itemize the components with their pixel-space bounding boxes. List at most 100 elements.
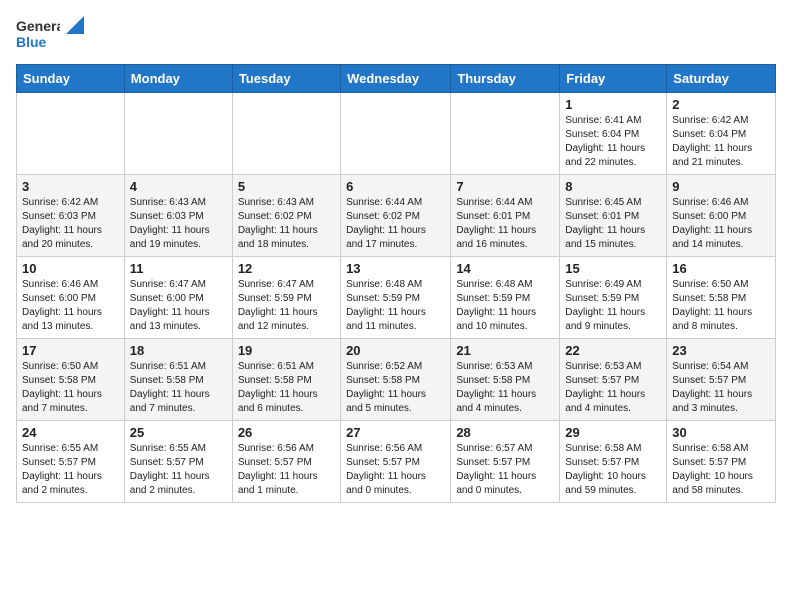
day-info: Sunrise: 6:47 AMSunset: 6:00 PMDaylight:… [130, 278, 227, 334]
day-info: Sunrise: 6:42 AMSunset: 6:03 PMDaylight:… [22, 196, 119, 252]
calendar-cell: 26 Sunrise: 6:56 AMSunset: 5:57 PMDayligh… [232, 421, 340, 503]
day-info: Sunrise: 6:46 AMSunset: 6:00 PMDaylight:… [672, 196, 770, 252]
calendar-cell: 28 Sunrise: 6:57 AMSunset: 5:57 PMDayligh… [451, 421, 560, 503]
day-number: 12 [238, 261, 335, 276]
calendar: SundayMondayTuesdayWednesdayThursdayFrid… [16, 64, 776, 503]
calendar-cell: 14 Sunrise: 6:48 AMSunset: 5:59 PMDayligh… [451, 257, 560, 339]
calendar-cell: 3 Sunrise: 6:42 AMSunset: 6:03 PMDaylight… [17, 175, 125, 257]
day-info: Sunrise: 6:49 AMSunset: 5:59 PMDaylight:… [565, 278, 661, 334]
day-info: Sunrise: 6:45 AMSunset: 6:01 PMDaylight:… [565, 196, 661, 252]
calendar-cell: 17Sunrise: 6:50 AMSunset: 5:58 PMDayligh… [17, 339, 125, 421]
day-info: Sunrise: 6:51 AMSunset: 5:58 PMDaylight:… [238, 360, 335, 416]
logo-arrow-icon [66, 16, 84, 34]
calendar-header-saturday: Saturday [667, 65, 776, 93]
day-info: Sunrise: 6:58 AMSunset: 5:57 PMDaylight:… [565, 442, 661, 498]
day-number: 9 [672, 179, 770, 194]
day-info: Sunrise: 6:43 AMSunset: 6:02 PMDaylight:… [238, 196, 335, 252]
day-info: Sunrise: 6:53 AMSunset: 5:57 PMDaylight:… [565, 360, 661, 416]
day-number: 7 [456, 179, 554, 194]
calendar-cell: 24 Sunrise: 6:55 AMSunset: 5:57 PMDayligh… [17, 421, 125, 503]
calendar-cell: 1Sunrise: 6:41 AMSunset: 6:04 PMDaylight… [560, 93, 667, 175]
svg-text:General: General [16, 18, 60, 34]
calendar-cell: 6 Sunrise: 6:44 AMSunset: 6:02 PMDaylight… [341, 175, 451, 257]
day-number: 18 [130, 343, 227, 358]
calendar-cell [451, 93, 560, 175]
calendar-cell: 13 Sunrise: 6:48 AMSunset: 5:59 PMDayligh… [341, 257, 451, 339]
day-number: 11 [130, 261, 227, 276]
day-number: 20 [346, 343, 445, 358]
page: General Blue SundayMondayTuesdayWednesda… [0, 0, 792, 519]
calendar-cell: 2 Sunrise: 6:42 AMSunset: 6:04 PMDaylight… [667, 93, 776, 175]
calendar-week-row: 10 Sunrise: 6:46 AMSunset: 6:00 PMDayligh… [17, 257, 776, 339]
calendar-cell [17, 93, 125, 175]
calendar-header-monday: Monday [124, 65, 232, 93]
calendar-header-thursday: Thursday [451, 65, 560, 93]
day-info: Sunrise: 6:51 AMSunset: 5:58 PMDaylight:… [130, 360, 227, 416]
day-number: 13 [346, 261, 445, 276]
day-number: 22 [565, 343, 661, 358]
calendar-cell: 15 Sunrise: 6:49 AMSunset: 5:59 PMDayligh… [560, 257, 667, 339]
calendar-cell [341, 93, 451, 175]
logo-svg: General Blue [16, 16, 60, 52]
day-number: 2 [672, 97, 770, 112]
day-number: 17 [22, 343, 119, 358]
day-number: 30 [672, 425, 770, 440]
calendar-cell [232, 93, 340, 175]
calendar-cell: 9 Sunrise: 6:46 AMSunset: 6:00 PMDaylight… [667, 175, 776, 257]
day-number: 28 [456, 425, 554, 440]
calendar-cell: 5 Sunrise: 6:43 AMSunset: 6:02 PMDaylight… [232, 175, 340, 257]
day-info: Sunrise: 6:44 AMSunset: 6:02 PMDaylight:… [346, 196, 445, 252]
day-number: 14 [456, 261, 554, 276]
calendar-cell: 18 Sunrise: 6:51 AMSunset: 5:58 PMDayligh… [124, 339, 232, 421]
calendar-cell: 29 Sunrise: 6:58 AMSunset: 5:57 PMDayligh… [560, 421, 667, 503]
day-number: 8 [565, 179, 661, 194]
day-info: Sunrise: 6:43 AMSunset: 6:03 PMDaylight:… [130, 196, 227, 252]
day-info: Sunrise: 6:46 AMSunset: 6:00 PMDaylight:… [22, 278, 119, 334]
day-number: 4 [130, 179, 227, 194]
day-info: Sunrise: 6:56 AMSunset: 5:57 PMDaylight:… [238, 442, 335, 498]
calendar-cell: 10 Sunrise: 6:46 AMSunset: 6:00 PMDayligh… [17, 257, 125, 339]
calendar-cell: 16Sunrise: 6:50 AMSunset: 5:58 PMDayligh… [667, 257, 776, 339]
day-number: 25 [130, 425, 227, 440]
calendar-cell: 30Sunrise: 6:58 AMSunset: 5:57 PMDayligh… [667, 421, 776, 503]
calendar-cell: 4 Sunrise: 6:43 AMSunset: 6:03 PMDaylight… [124, 175, 232, 257]
day-number: 23 [672, 343, 770, 358]
day-info: Sunrise: 6:57 AMSunset: 5:57 PMDaylight:… [456, 442, 554, 498]
calendar-cell: 23Sunrise: 6:54 AMSunset: 5:57 PMDayligh… [667, 339, 776, 421]
day-number: 19 [238, 343, 335, 358]
day-number: 29 [565, 425, 661, 440]
calendar-header-wednesday: Wednesday [341, 65, 451, 93]
logo: General Blue [16, 16, 84, 52]
day-info: Sunrise: 6:47 AMSunset: 5:59 PMDaylight:… [238, 278, 335, 334]
calendar-cell: 21 Sunrise: 6:53 AMSunset: 5:58 PMDayligh… [451, 339, 560, 421]
calendar-week-row: 1Sunrise: 6:41 AMSunset: 6:04 PMDaylight… [17, 93, 776, 175]
day-number: 24 [22, 425, 119, 440]
calendar-header-tuesday: Tuesday [232, 65, 340, 93]
day-number: 16 [672, 261, 770, 276]
day-number: 15 [565, 261, 661, 276]
calendar-cell [124, 93, 232, 175]
calendar-cell: 20Sunrise: 6:52 AMSunset: 5:58 PMDayligh… [341, 339, 451, 421]
calendar-week-row: 3 Sunrise: 6:42 AMSunset: 6:03 PMDaylight… [17, 175, 776, 257]
day-info: Sunrise: 6:56 AMSunset: 5:57 PMDaylight:… [346, 442, 445, 498]
day-number: 6 [346, 179, 445, 194]
day-number: 3 [22, 179, 119, 194]
calendar-cell: 8 Sunrise: 6:45 AMSunset: 6:01 PMDaylight… [560, 175, 667, 257]
calendar-cell: 11 Sunrise: 6:47 AMSunset: 6:00 PMDayligh… [124, 257, 232, 339]
calendar-week-row: 24 Sunrise: 6:55 AMSunset: 5:57 PMDayligh… [17, 421, 776, 503]
calendar-week-row: 17Sunrise: 6:50 AMSunset: 5:58 PMDayligh… [17, 339, 776, 421]
day-number: 26 [238, 425, 335, 440]
day-info: Sunrise: 6:55 AMSunset: 5:57 PMDaylight:… [22, 442, 119, 498]
day-info: Sunrise: 6:48 AMSunset: 5:59 PMDaylight:… [456, 278, 554, 334]
day-info: Sunrise: 6:42 AMSunset: 6:04 PMDaylight:… [672, 114, 770, 170]
calendar-cell: 27Sunrise: 6:56 AMSunset: 5:57 PMDayligh… [341, 421, 451, 503]
day-info: Sunrise: 6:44 AMSunset: 6:01 PMDaylight:… [456, 196, 554, 252]
calendar-header-row: SundayMondayTuesdayWednesdayThursdayFrid… [17, 65, 776, 93]
day-info: Sunrise: 6:53 AMSunset: 5:58 PMDaylight:… [456, 360, 554, 416]
day-info: Sunrise: 6:41 AMSunset: 6:04 PMDaylight:… [565, 114, 661, 170]
day-number: 5 [238, 179, 335, 194]
calendar-header-sunday: Sunday [17, 65, 125, 93]
day-number: 10 [22, 261, 119, 276]
day-number: 21 [456, 343, 554, 358]
day-info: Sunrise: 6:48 AMSunset: 5:59 PMDaylight:… [346, 278, 445, 334]
